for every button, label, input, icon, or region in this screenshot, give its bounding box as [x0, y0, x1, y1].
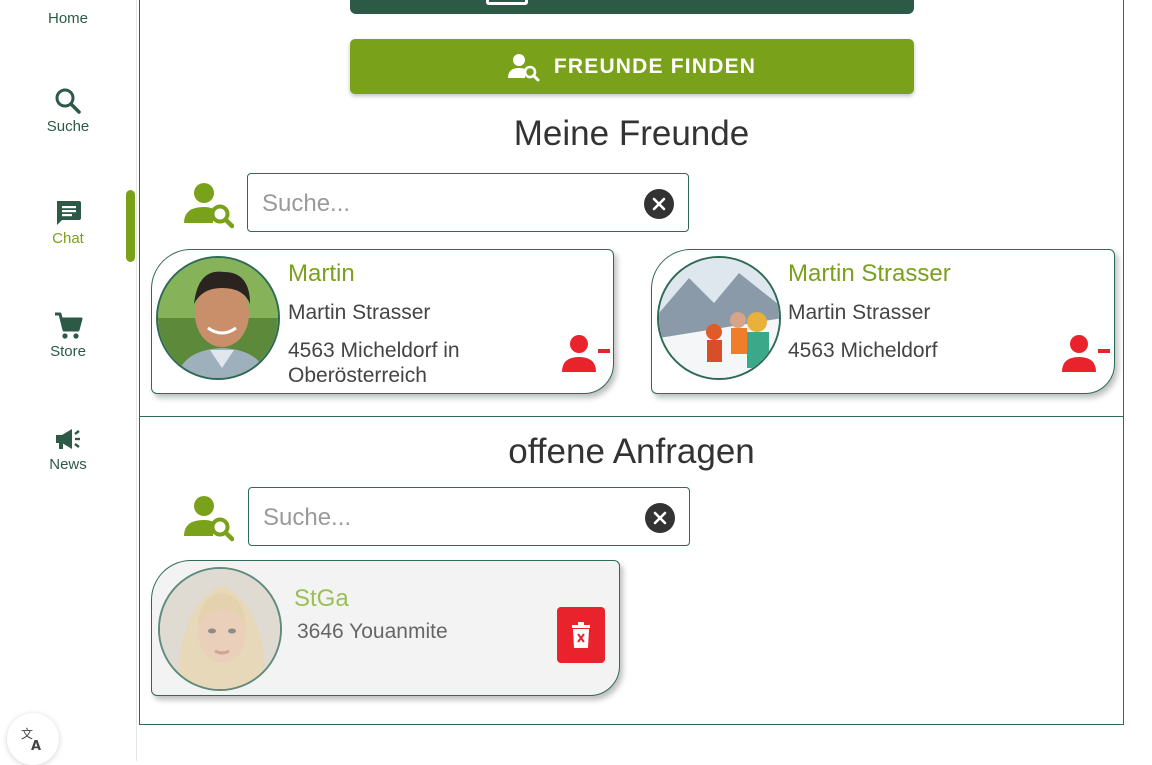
friend-location: 4563 Micheldorf in Oberösterreich — [288, 339, 460, 387]
close-icon — [653, 511, 667, 525]
friend-name: Martin Strasser — [788, 260, 951, 287]
profile-photo — [160, 569, 280, 689]
sidebar-item-suche[interactable]: Suche — [0, 86, 136, 135]
user-search-icon — [507, 53, 540, 81]
requests-search-field — [248, 487, 690, 546]
remove-friend-icon[interactable] — [562, 334, 612, 374]
request-name: StGa — [294, 585, 349, 612]
delete-request-button[interactable] — [557, 607, 605, 663]
sidebar: Home Suche Chat Store News 文 A — [0, 0, 136, 765]
sidebar-item-label: Home — [47, 10, 88, 27]
svg-text:A: A — [31, 739, 41, 752]
sidebar-item-home[interactable]: Home — [0, 0, 136, 27]
sidebar-item-label: News — [49, 456, 87, 473]
avatar — [158, 567, 282, 691]
sidebar-divider — [136, 0, 137, 761]
profile-photo — [659, 258, 779, 378]
sidebar-item-label: Suche — [46, 118, 90, 135]
search-icon — [55, 88, 81, 114]
trash-icon — [572, 622, 590, 648]
profile-photo — [158, 258, 278, 378]
chat-icon — [57, 201, 81, 225]
friend-location: 4563 Micheldorf — [788, 339, 938, 362]
sidebar-item-label: Store — [50, 343, 86, 360]
friend-fullname: Martin Strasser — [788, 301, 931, 324]
sidebar-item-chat[interactable]: Chat — [0, 198, 136, 247]
request-location: 3646 Youanmite — [297, 620, 448, 643]
friends-search-input[interactable] — [260, 184, 644, 224]
button-icon — [486, 0, 528, 5]
friends-search-clear-button[interactable] — [644, 189, 674, 219]
requests-search-clear-button[interactable] — [645, 503, 675, 533]
request-card[interactable]: StGa 3646 Youanmite — [151, 560, 620, 696]
avatar — [657, 256, 781, 380]
requests-search-input[interactable] — [261, 498, 645, 538]
translate-icon: 文 A — [21, 726, 41, 752]
sidebar-item-label: Chat — [52, 230, 84, 247]
cart-icon — [55, 312, 83, 339]
remove-friend-icon[interactable] — [1062, 334, 1112, 374]
avatar — [156, 256, 280, 380]
top-action-button[interactable] — [350, 0, 914, 14]
sidebar-item-news[interactable]: News — [0, 424, 136, 473]
find-friends-label: FREUNDE FINDEN — [553, 54, 757, 78]
home-icon — [53, 0, 83, 8]
friends-search-field — [247, 173, 689, 232]
requests-title: offene Anfragen — [508, 432, 755, 471]
user-search-icon — [184, 496, 234, 542]
sidebar-item-store[interactable]: Store — [0, 311, 136, 360]
friend-card[interactable]: Martin Martin Strasser 4563 Micheldorf i… — [151, 249, 614, 394]
translate-button[interactable]: 文 A — [7, 713, 59, 765]
friend-card[interactable]: Martin Strasser Martin Strasser 4563 Mic… — [651, 249, 1115, 394]
megaphone-icon — [56, 429, 80, 449]
find-friends-button[interactable]: FREUNDE FINDEN — [350, 39, 914, 94]
friend-name: Martin — [288, 260, 355, 287]
active-nav-indicator — [126, 190, 135, 262]
user-search-icon — [184, 183, 234, 229]
close-icon — [652, 197, 666, 211]
friend-fullname: Martin Strasser — [288, 301, 431, 324]
friends-title: Meine Freunde — [513, 114, 750, 153]
